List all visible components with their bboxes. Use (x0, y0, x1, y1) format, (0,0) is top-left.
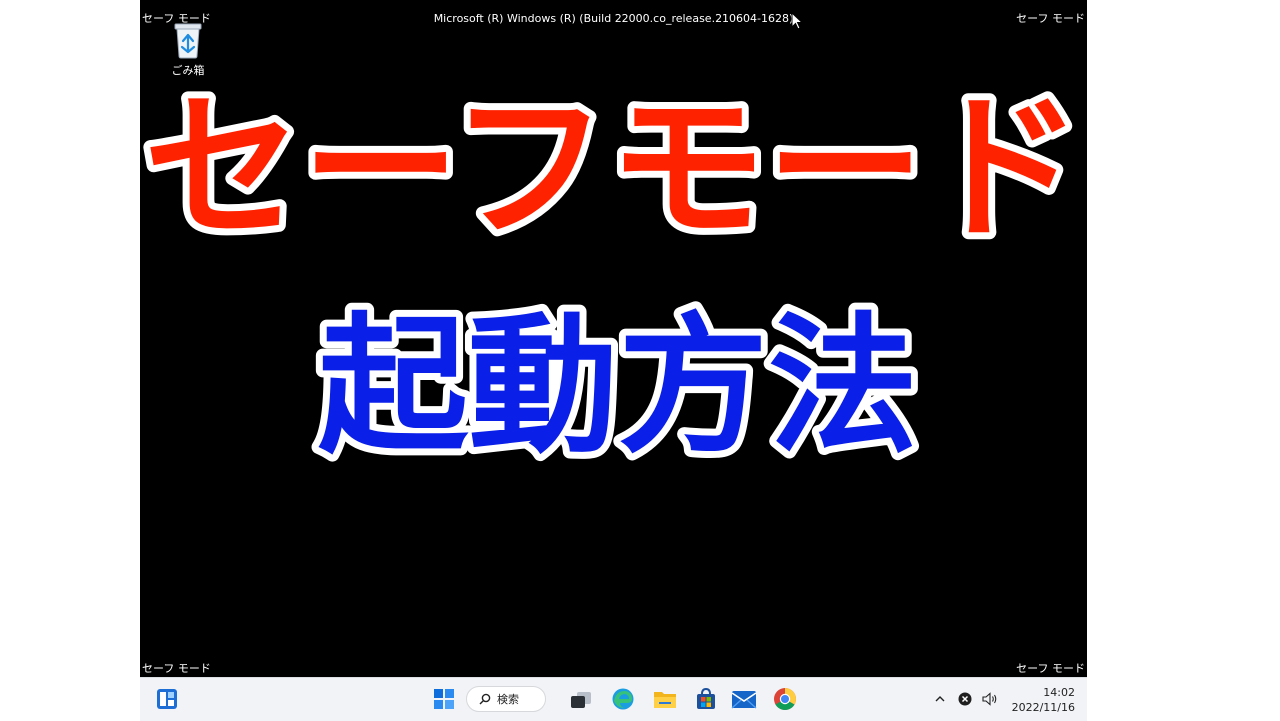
clock-time: 14:02 (1043, 686, 1075, 699)
search-icon (479, 693, 491, 705)
clock-date: 2022/11/16 (1011, 701, 1075, 714)
mail-button[interactable] (731, 686, 757, 712)
safe-mode-desktop: セーフ モード セーフ モード セーフ モード セーフ モード Microsof… (140, 0, 1087, 720)
task-view-icon (571, 692, 591, 708)
start-icon (434, 689, 454, 709)
store-icon (697, 687, 715, 709)
clock-button[interactable]: 14:02 2022/11/16 (1012, 685, 1075, 715)
mouse-cursor-icon (791, 12, 803, 30)
chrome-button[interactable] (772, 686, 798, 712)
recycle-bin-icon (174, 23, 202, 59)
chevron-up-icon (935, 696, 945, 702)
corner-label-bottom-right: セーフ モード (1016, 662, 1085, 675)
file-explorer-icon (654, 692, 676, 708)
edge-icon (612, 688, 634, 710)
build-info-text: Microsoft (R) Windows (R) (Build 22000.c… (433, 12, 794, 25)
file-explorer-button[interactable] (652, 686, 678, 712)
volume-icon (982, 692, 997, 706)
mail-icon (731, 691, 757, 709)
notification-x-icon (958, 692, 972, 706)
volume-button[interactable] (982, 691, 998, 707)
headline-overlay: セーフモード (140, 70, 1087, 268)
notification-status-button[interactable] (957, 691, 973, 707)
subheadline-text: 起動方法 (318, 300, 918, 474)
start-button[interactable] (431, 686, 457, 712)
subheadline-overlay: 起動方法 (311, 293, 925, 480)
taskbar: 検索 14:02 2022/11/16 (140, 677, 1087, 721)
widgets-button[interactable] (154, 686, 180, 712)
widgets-icon (157, 689, 177, 709)
store-button[interactable] (693, 686, 719, 712)
taskbar-search-box[interactable]: 検索 (466, 686, 546, 712)
corner-label-bottom-left: セーフ モード (142, 662, 211, 675)
edge-button[interactable] (610, 686, 636, 712)
headline-text: セーフモード (144, 77, 1083, 261)
task-view-button[interactable] (568, 686, 594, 712)
chrome-icon (774, 688, 796, 710)
search-label: 検索 (497, 693, 519, 706)
show-hidden-icons-button[interactable] (932, 691, 948, 707)
